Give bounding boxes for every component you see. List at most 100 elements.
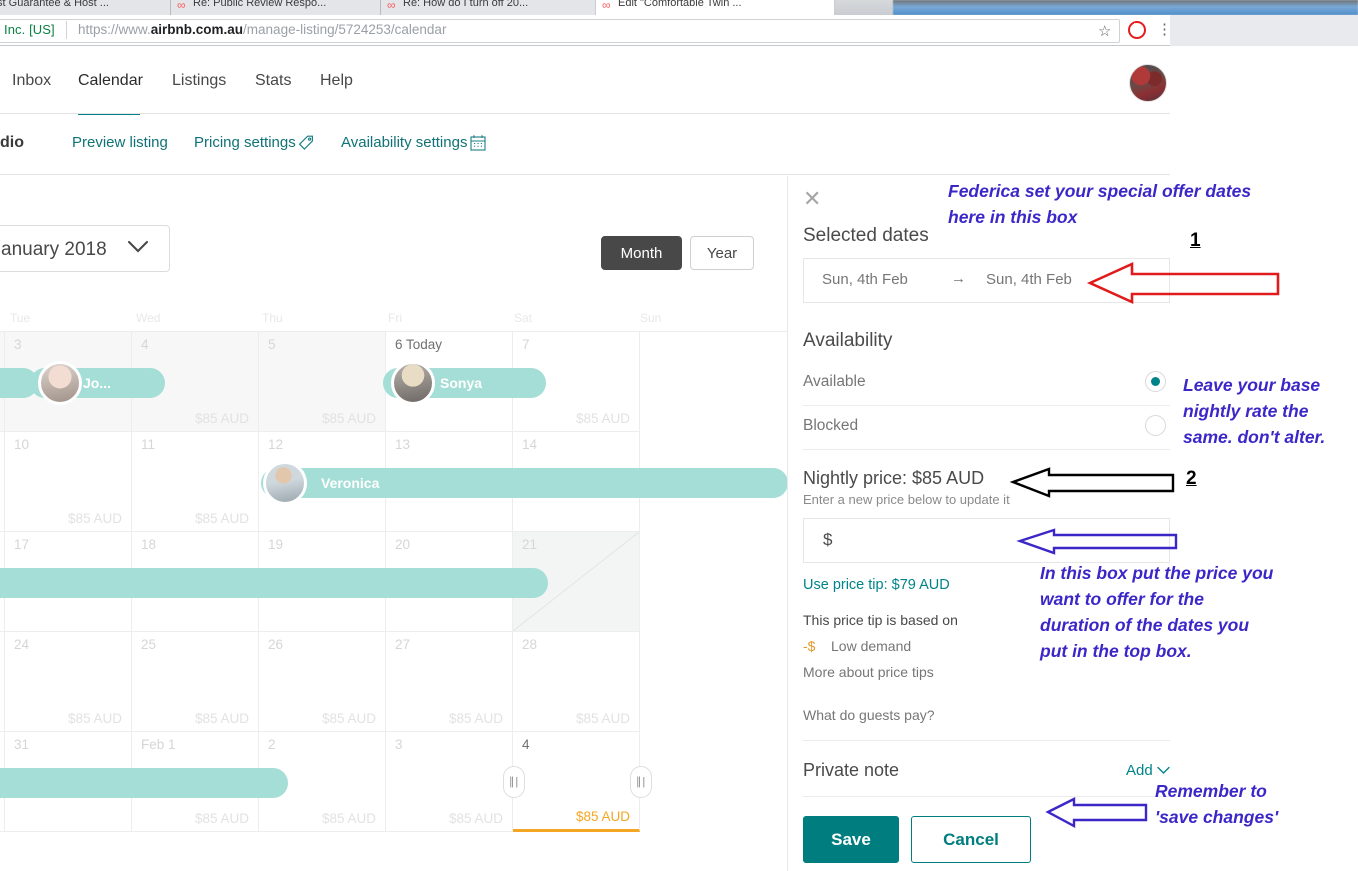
reservation-avatar	[391, 361, 435, 405]
month-label: anuary 2018	[1, 239, 107, 260]
cancel-button[interactable]: Cancel	[911, 816, 1031, 863]
calendar-cell[interactable]: 11 $85 AUD	[132, 432, 259, 532]
calendar-cell[interactable]: 3 $85 AUD	[386, 732, 513, 832]
day-number: 4	[141, 337, 149, 352]
day-number: 3	[395, 737, 403, 752]
private-note-add-link[interactable]: Add	[1126, 762, 1153, 779]
day-number: 26	[268, 637, 284, 652]
low-demand-label: Low demand	[831, 638, 912, 654]
window-titlebar	[893, 0, 1358, 15]
calendar-cell[interactable]: 28 $85 AUD	[513, 632, 640, 732]
nav-item-inbox[interactable]: Inbox	[12, 72, 51, 94]
nav-item-calendar[interactable]: Calendar	[78, 72, 143, 94]
radio-blocked[interactable]	[1145, 415, 1166, 436]
day-number: 10	[14, 437, 30, 452]
reservation-avatar	[38, 361, 82, 405]
day-header-sat: Sat	[514, 311, 533, 325]
opera-extension-icon[interactable]	[1128, 21, 1146, 39]
nav-item-listings[interactable]: Listings	[172, 72, 226, 94]
nav-item-stats[interactable]: Stats	[255, 72, 291, 94]
more-about-price-tips-link[interactable]: More about price tips	[803, 664, 934, 680]
day-header-fri: Fri	[388, 311, 402, 325]
day-number: 6 Today	[395, 337, 443, 352]
annotation-text-1: Federica set your special offer dates he…	[948, 181, 1252, 227]
annotation-arrow-blue-price	[1016, 528, 1178, 555]
calendar-day-headers: Tue Wed Thu Fri Sat Sun	[0, 311, 787, 331]
reservation-guest-name: Veronica	[321, 475, 380, 491]
view-toggle-year[interactable]: Year	[690, 236, 754, 270]
day-number: 7	[522, 337, 530, 352]
browser-tab[interactable]: ∞ Re: How do I turn off 20... ✕	[380, 0, 610, 15]
annotation-arrow-red	[1086, 261, 1280, 305]
save-button[interactable]: Save	[803, 816, 899, 863]
day-number: 2	[268, 737, 276, 752]
nav-item-help[interactable]: Help	[320, 72, 353, 94]
avatar[interactable]	[1129, 64, 1167, 102]
calendar-cell[interactable]: 27 $85 AUD	[386, 632, 513, 732]
reservation-guest-name: Jo...	[83, 375, 112, 391]
nightly-price-sub: Enter a new price below to update it	[803, 492, 1010, 507]
availability-heading: Availability	[803, 330, 893, 351]
private-note-label: Private note	[803, 760, 900, 780]
drag-handle-icon-right[interactable]: ∥|	[630, 766, 652, 798]
price-tag-icon	[298, 135, 313, 150]
day-price: $85 AUD	[448, 811, 503, 826]
day-price: $85 AUD	[194, 811, 249, 826]
month-selector[interactable]: anuary 2018	[0, 225, 170, 272]
calendar-cell[interactable]: 5 $85 AUD	[259, 332, 386, 432]
day-price: $85 AUD	[194, 711, 249, 726]
day-number: 31	[14, 737, 30, 752]
annotation-arrow-black	[1009, 467, 1175, 498]
calendar-cell-selected[interactable]: 4 $85 AUD	[513, 732, 640, 832]
security-indicator: Inc. [US]	[4, 22, 55, 37]
preview-listing-link[interactable]: Preview listing	[72, 134, 168, 151]
use-price-tip-link[interactable]: Use price tip: $79 AUD	[803, 577, 950, 593]
day-number: 19	[268, 537, 284, 552]
day-price: $85 AUD	[575, 411, 630, 426]
browser-tab-title: Host Guarantee & Host ...	[0, 0, 109, 9]
date-arrow-icon: →	[951, 270, 966, 287]
what-do-guests-pay-link[interactable]: What do guests pay?	[803, 707, 935, 723]
kebab-menu-icon[interactable]: ⋮	[1157, 20, 1172, 38]
browser-tab[interactable]: ∞ Re: Public Review Respo... ✕	[170, 0, 395, 15]
calendar-cell[interactable]: 10 $85 AUD	[5, 432, 132, 532]
url-path: /manage-listing/5724253/calendar	[243, 22, 447, 37]
url-prefix: https://www.	[78, 22, 151, 37]
availability-option-available[interactable]: Available	[803, 362, 1170, 406]
url-domain: airbnb.com.au	[150, 22, 244, 37]
low-demand-icon: -$	[803, 638, 816, 654]
blocked-label: Blocked	[803, 417, 859, 434]
date-start: Sun, 4th Feb	[822, 271, 908, 288]
view-toggle-month[interactable]: Month	[601, 236, 682, 270]
day-number: 25	[141, 637, 157, 652]
calendar-cell[interactable]: 25 $85 AUD	[132, 632, 259, 732]
radio-available[interactable]	[1145, 371, 1166, 392]
availability-settings-link[interactable]: Availability settings	[341, 134, 467, 151]
availability-option-blocked[interactable]: Blocked	[803, 406, 1170, 450]
browser-tab[interactable]: ∞ Host Guarantee & Host ... ✕	[0, 0, 185, 15]
day-number: 28	[522, 637, 538, 652]
drag-handle-icon-left[interactable]: ∥|	[503, 766, 525, 798]
annotation-text-2: Leave your base nightly rate the same. d…	[1183, 375, 1326, 447]
day-number: 20	[395, 537, 411, 552]
day-number: 11	[141, 437, 156, 452]
day-number: Feb 1	[141, 737, 176, 752]
day-price: $85 AUD	[194, 511, 249, 526]
listing-subnav	[0, 115, 1170, 175]
address-bar-url[interactable]: https://www.airbnb.com.au/manage-listing…	[78, 22, 446, 37]
calendar-cell[interactable]: 26 $85 AUD	[259, 632, 386, 732]
selected-dates-label: Selected dates	[803, 225, 929, 246]
day-header-sun: Sun	[640, 311, 662, 325]
calendar-cell[interactable]: 24 $85 AUD	[5, 632, 132, 732]
reservation-bar-continued[interactable]	[0, 568, 548, 598]
bookmark-star-icon[interactable]: ☆	[1098, 22, 1111, 40]
reservation-bar-continued-end[interactable]	[0, 768, 288, 798]
browser-tab-active[interactable]: ∞ Edit "Comfortable Twin ...	[595, 0, 835, 15]
day-number: 12	[268, 437, 284, 452]
reservation-bar[interactable]: Veronica	[261, 468, 788, 498]
listing-title: dio	[0, 134, 24, 151]
price-tip-based-on: This price tip is based on	[803, 612, 958, 628]
chevron-down-icon[interactable]	[1157, 766, 1170, 775]
pricing-settings-link[interactable]: Pricing settings	[194, 134, 296, 151]
close-icon[interactable]: ✕	[803, 188, 821, 210]
